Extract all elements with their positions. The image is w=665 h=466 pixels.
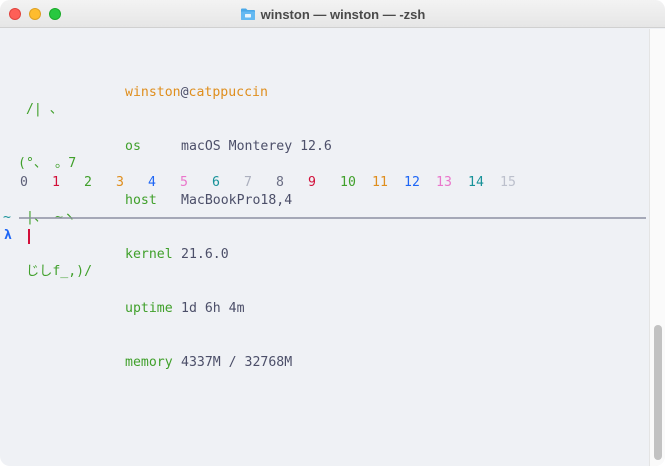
title-bar: winston — winston — -zsh — [0, 0, 665, 28]
palette-color-1: 1 — [52, 175, 60, 190]
info-key: host — [125, 193, 157, 208]
palette-color-6: 6 — [212, 175, 220, 190]
palette-color-0: 0 — [20, 175, 28, 190]
palette-color-4: 4 — [148, 175, 156, 190]
info-value: 21.6.0 — [181, 247, 229, 262]
command-line[interactable]: λ — [4, 227, 30, 245]
palette-color-12: 12 — [404, 175, 420, 190]
palette-color-10: 10 — [340, 175, 356, 190]
palette-color-9: 9 — [308, 175, 316, 190]
info-value: macOS Monterey 12.6 — [181, 139, 332, 154]
ascii-line: /| 、 — [18, 102, 63, 117]
system-info: winston @ catppuccin os macOS Monterey 12.6… — [125, 48, 332, 408]
info-value: 1d 6h 4m — [181, 301, 245, 316]
info-row-os: os macOS Monterey 12.6 — [125, 138, 332, 156]
info-key: memory — [125, 355, 173, 370]
info-row-uptime: uptime 1d 6h 4m — [125, 300, 332, 318]
palette-color-3: 3 — [116, 175, 124, 190]
info-key: kernel — [125, 247, 173, 262]
info-key: os — [125, 139, 141, 154]
prompt-separator: ~ — [3, 209, 646, 227]
info-value: 4337M / 32768M — [181, 355, 293, 370]
vertical-scrollbar[interactable] — [649, 29, 665, 466]
user-host-line: winston @ catppuccin — [125, 84, 332, 102]
palette-color-11: 11 — [372, 175, 388, 190]
info-row-memory: memory 4337M / 32768M — [125, 354, 332, 372]
terminal-content[interactable]: /| 、 (°、 。7 |、 ~ヽ じしf_,)/ winston @ catppu… — [0, 29, 649, 466]
terminal-window: winston — winston — -zsh /| 、 (°、 。7 |、 … — [0, 0, 665, 466]
palette-color-5: 5 — [180, 175, 188, 190]
folder-icon — [240, 8, 255, 20]
palette-color-8: 8 — [276, 175, 284, 190]
directory-indicator: ~ — [3, 210, 11, 225]
title-wrap: winston — winston — -zsh — [0, 0, 665, 28]
palette-color-7: 7 — [244, 175, 252, 190]
at-sign: @ — [180, 85, 189, 100]
prompt-symbol: λ — [4, 228, 12, 243]
info-value: MacBookPro18,4 — [181, 193, 293, 208]
palette-color-14: 14 — [468, 175, 484, 190]
info-row-host: host MacBookPro18,4 — [125, 192, 332, 210]
ascii-line: じしf_,)/ — [18, 264, 93, 279]
info-key: uptime — [125, 301, 173, 316]
username: winston — [125, 85, 181, 100]
palette-color-13: 13 — [436, 175, 452, 190]
info-row-kernel: kernel 21.6.0 — [125, 246, 332, 264]
hostname: catppuccin — [188, 85, 268, 100]
text-cursor — [28, 228, 30, 244]
palette-color-15: 15 — [500, 175, 516, 190]
separator-rule — [19, 217, 646, 219]
scrollbar-thumb[interactable] — [654, 325, 662, 460]
window-title: winston — winston — -zsh — [260, 6, 426, 22]
palette-color-2: 2 — [84, 175, 92, 190]
ascii-line: (°、 。7 — [18, 156, 77, 171]
color-palette: 0 1 2 3 4 5 6 7 8 9 10 11 12 13 14 15 — [20, 174, 532, 192]
